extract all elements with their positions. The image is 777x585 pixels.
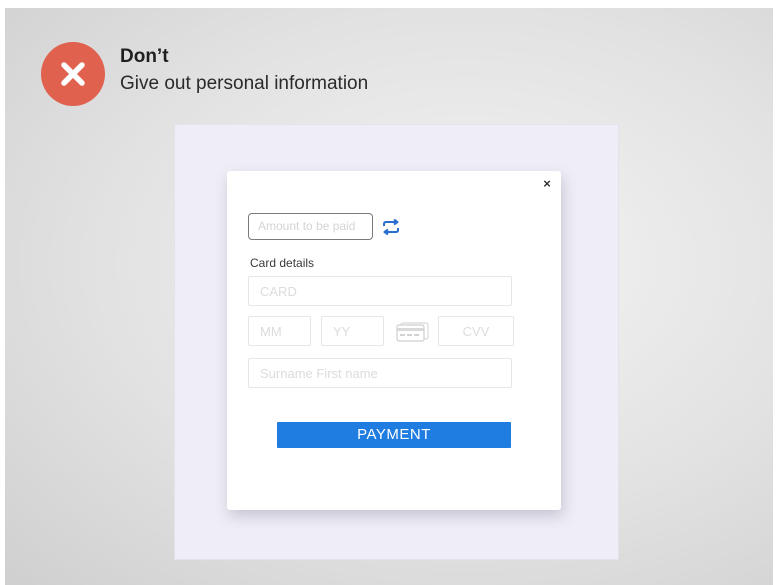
headline-title: Don’t bbox=[120, 46, 169, 67]
card-details-label: Card details bbox=[250, 256, 315, 270]
amount-input[interactable]: Amount to be paid bbox=[248, 213, 373, 240]
expiry-month-field[interactable]: MM bbox=[248, 316, 311, 346]
cvv-field[interactable]: CVV bbox=[438, 316, 514, 346]
headline-subtitle: Give out personal information bbox=[120, 73, 369, 94]
slide-frame-left bbox=[0, 0, 5, 585]
credit-card-icon bbox=[396, 322, 429, 342]
swap-arrows-icon[interactable] bbox=[381, 219, 401, 235]
slide-frame-top bbox=[0, 0, 777, 8]
payment-modal: × Amount to be paid Card details CARD MM… bbox=[227, 171, 561, 510]
x-icon bbox=[41, 42, 105, 106]
payment-button[interactable]: PAYMENT bbox=[277, 422, 511, 448]
close-icon[interactable]: × bbox=[538, 175, 556, 193]
cardholder-name-field[interactable]: Surname First name bbox=[248, 358, 512, 388]
headline: Don’t Give out personal information bbox=[120, 46, 368, 95]
slide-frame-right bbox=[773, 0, 777, 585]
card-number-field[interactable]: CARD bbox=[248, 276, 512, 306]
expiry-year-field[interactable]: YY bbox=[321, 316, 384, 346]
